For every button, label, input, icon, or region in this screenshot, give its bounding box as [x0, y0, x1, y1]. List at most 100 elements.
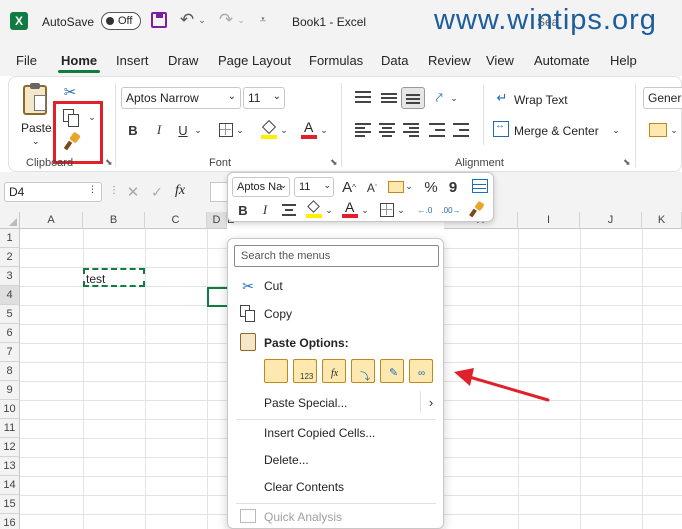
name-box-dropdown-icon[interactable]: ⋮ — [88, 184, 97, 195]
bold-button[interactable]: B — [125, 121, 141, 139]
underline-dropdown-icon[interactable]: ⌄ — [193, 123, 203, 137]
orientation-icon[interactable]: ⤤ — [431, 89, 447, 107]
mini-font-color-dropdown-icon[interactable]: ⌄ — [360, 203, 370, 217]
paste-option-values-icon[interactable]: 123 — [293, 359, 317, 383]
orientation-dropdown-icon[interactable]: ⌄ — [449, 91, 459, 105]
cancel-icon[interactable]: ✕ — [125, 183, 141, 201]
align-left-icon[interactable] — [355, 123, 371, 137]
column-header-a[interactable]: A — [20, 212, 83, 229]
menu-item-copy[interactable]: Copy — [264, 307, 292, 321]
decrease-font-icon[interactable]: Aˇ — [364, 179, 380, 197]
comma-style-button[interactable]: 9 — [446, 177, 460, 197]
mini-italic-button[interactable]: I — [258, 201, 272, 219]
percent-button[interactable]: % — [422, 177, 440, 197]
font-size-combo[interactable]: 11 ⌄ — [243, 87, 285, 109]
row-header-2[interactable]: 2 — [0, 248, 20, 267]
select-all-corner[interactable] — [0, 212, 20, 229]
row-header-4[interactable]: 4 — [0, 286, 20, 305]
paste-option-formulas-icon[interactable]: fx — [322, 359, 346, 383]
font-color-icon[interactable]: A — [301, 119, 317, 139]
column-header-d[interactable]: D — [207, 212, 227, 229]
italic-button[interactable]: I — [151, 121, 167, 139]
menu-search-input[interactable]: Search the menus — [234, 245, 439, 267]
column-header-j[interactable]: J — [580, 212, 642, 229]
mini-font-size-combo[interactable]: 11 ⌄ — [294, 177, 334, 197]
name-box[interactable]: D4 ⋮ — [4, 182, 102, 202]
paste-option-formatting-icon[interactable]: ✎ — [380, 359, 404, 383]
confirm-icon[interactable]: ✓ — [149, 183, 165, 201]
column-header-i[interactable]: I — [518, 212, 580, 229]
mini-font-name-combo[interactable]: Aptos Na ⌄ — [232, 177, 290, 197]
tab-home[interactable]: Home — [61, 53, 97, 68]
row-header-5[interactable]: 5 — [0, 305, 20, 324]
row-header-7[interactable]: 7 — [0, 343, 20, 362]
mini-format-painter-icon[interactable] — [468, 200, 486, 219]
undo-icon[interactable]: ↶ — [178, 10, 196, 30]
row-header-1[interactable]: 1 — [0, 229, 20, 248]
wrap-text-icon[interactable]: ↵ — [493, 89, 511, 107]
mini-borders-dropdown-icon[interactable]: ⌄ — [396, 203, 406, 217]
tab-draw[interactable]: Draw — [168, 53, 198, 68]
row-header-14[interactable]: 14 — [0, 476, 20, 495]
mini-font-color-icon[interactable]: A — [342, 199, 358, 219]
mini-borders-icon[interactable] — [380, 203, 394, 217]
row-header-16[interactable]: 16 — [0, 514, 20, 529]
cut-icon[interactable]: ✂ — [61, 83, 79, 101]
mini-fill-dropdown-icon[interactable]: ⌄ — [324, 203, 334, 217]
row-header-8[interactable]: 8 — [0, 362, 20, 381]
tab-automate[interactable]: Automate — [534, 53, 590, 68]
menu-item-paste-special[interactable]: Paste Special... — [264, 396, 347, 410]
format-painter-icon[interactable] — [63, 131, 81, 151]
increase-indent-icon[interactable] — [453, 123, 469, 137]
merge-center-button[interactable]: Merge & Center — [514, 124, 599, 138]
redo-dropdown-icon[interactable]: ⌄ — [236, 12, 246, 28]
row-header-15[interactable]: 15 — [0, 495, 20, 514]
accounting-format-icon[interactable] — [649, 123, 667, 137]
customize-qat-icon[interactable]: ⩡ — [256, 12, 270, 28]
align-middle-icon[interactable] — [381, 91, 397, 105]
paste-dropdown-icon[interactable]: ⌄ — [32, 136, 40, 147]
clipboard-launcher-icon[interactable]: ⬊ — [105, 157, 113, 168]
borders-dropdown-icon[interactable]: ⌄ — [235, 123, 245, 137]
menu-item-insert-copied-cells[interactable]: Insert Copied Cells... — [264, 426, 375, 440]
tab-review[interactable]: Review — [428, 53, 471, 68]
redo-icon[interactable]: ↷ — [217, 10, 235, 30]
accounting-dropdown-icon[interactable]: ⌄ — [404, 179, 414, 193]
row-header-10[interactable]: 10 — [0, 400, 20, 419]
active-cell-d4[interactable] — [207, 287, 229, 307]
row-header-11[interactable]: 11 — [0, 419, 20, 438]
merge-dropdown-icon[interactable]: ⌄ — [611, 123, 621, 137]
wrap-text-button[interactable]: Wrap Text — [514, 93, 568, 107]
insert-function-button[interactable]: fx — [175, 183, 185, 199]
decrease-decimal-icon[interactable]: .00→ — [440, 201, 462, 219]
align-center-icon[interactable] — [379, 123, 395, 137]
chevron-right-icon[interactable]: › — [424, 393, 438, 411]
tab-file[interactable]: File — [16, 53, 37, 68]
undo-dropdown-icon[interactable]: ⌄ — [197, 12, 207, 28]
column-header-c[interactable]: C — [145, 212, 207, 229]
copy-dropdown-icon[interactable]: ⌄ — [87, 109, 97, 125]
accounting-format-icon[interactable] — [388, 181, 404, 193]
tab-data[interactable]: Data — [381, 53, 408, 68]
font-name-combo[interactable]: Aptos Narrow ⌄ — [121, 87, 241, 109]
align-bottom-icon[interactable] — [401, 87, 425, 109]
autosave-toggle[interactable]: Off — [101, 12, 141, 30]
menu-item-delete[interactable]: Delete... — [264, 453, 309, 467]
underline-button[interactable]: U — [175, 121, 191, 139]
column-header-b[interactable]: B — [83, 212, 145, 229]
column-header-k[interactable]: K — [642, 212, 682, 229]
tab-view[interactable]: View — [486, 53, 514, 68]
copy-icon[interactable] — [63, 109, 79, 127]
paste-option-paste-icon[interactable] — [264, 359, 288, 383]
menu-item-cut[interactable]: Cut — [264, 279, 283, 293]
save-icon[interactable] — [151, 12, 167, 28]
row-header-9[interactable]: 9 — [0, 381, 20, 400]
mini-bold-button[interactable]: B — [236, 201, 250, 219]
increase-font-icon[interactable]: A ^ — [340, 177, 358, 197]
tab-insert[interactable]: Insert — [116, 53, 149, 68]
tab-page-layout[interactable]: Page Layout — [218, 53, 291, 68]
font-launcher-icon[interactable]: ⬊ — [330, 157, 338, 168]
fill-color-icon[interactable] — [261, 119, 277, 139]
row-header-6[interactable]: 6 — [0, 324, 20, 343]
row-header-13[interactable]: 13 — [0, 457, 20, 476]
